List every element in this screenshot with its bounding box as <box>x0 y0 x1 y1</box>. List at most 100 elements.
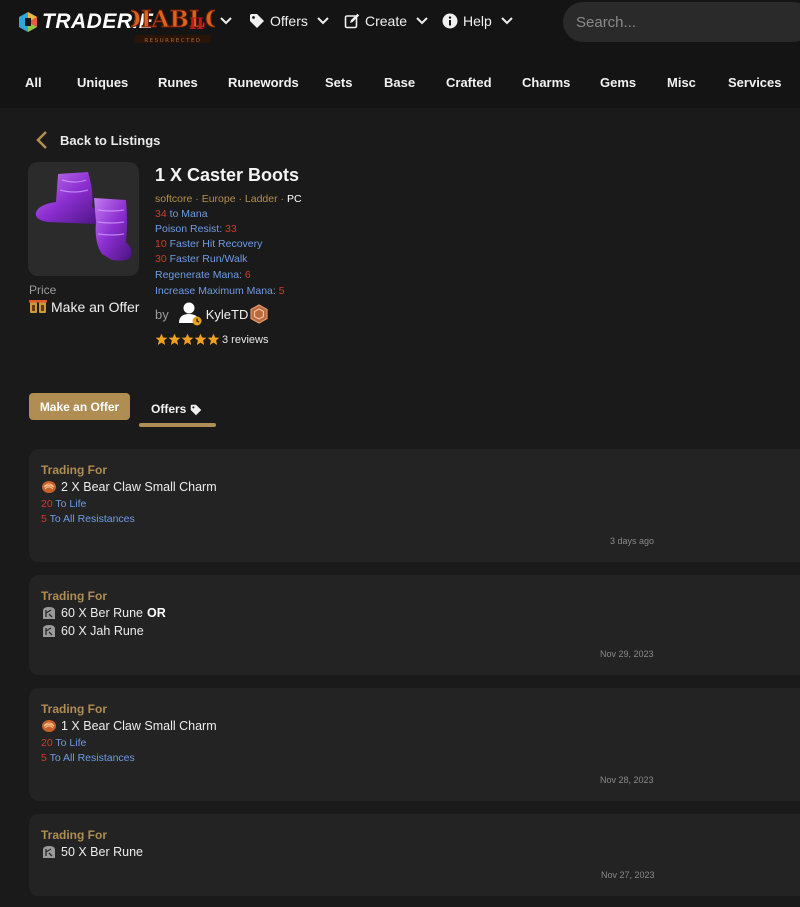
by-label: by <box>155 306 169 322</box>
category-runes[interactable]: Runes <box>158 75 198 90</box>
offer-date: 3 days ago <box>610 536 655 546</box>
item-stat: Poison Resist: 33 <box>155 223 237 235</box>
category-runewords[interactable]: Runewords <box>228 75 299 90</box>
nav-offers[interactable]: Offers <box>249 12 330 30</box>
tab-offers[interactable]: Offers <box>139 398 216 428</box>
item-stat: 30 Faster Run/Walk <box>155 253 247 265</box>
category-crafted[interactable]: Crafted <box>446 75 492 90</box>
meta-ladder: Ladder <box>244 193 278 205</box>
offer-stat: 20 To Life <box>41 498 86 510</box>
price-value-text: Make an Offer <box>51 299 140 315</box>
svg-text:II: II <box>189 14 204 33</box>
stat-value: 5 <box>278 285 285 297</box>
offer-item-text: 60 X Ber Rune <box>61 606 143 620</box>
rating-stars <box>155 333 220 346</box>
category-all[interactable]: All <box>25 75 42 90</box>
stat-label: Faster Hit Recovery <box>166 238 263 250</box>
stat-value: 33 <box>225 223 237 235</box>
tag-icon <box>190 404 202 416</box>
tag-icon <box>250 14 264 28</box>
seller-row: by KyleTD <box>155 301 269 327</box>
offer-item-text: 2 X Bear Claw Small Charm <box>61 480 217 494</box>
item-stat: 34 to Mana <box>155 208 208 220</box>
nav-help-label: Help <box>463 13 492 29</box>
offer-date: Nov 29, 2023 <box>600 649 654 659</box>
star-icon <box>207 333 220 345</box>
meta-region: Europe <box>201 193 236 205</box>
nav-help[interactable]: Help <box>442 12 514 30</box>
chevron-down-icon[interactable] <box>219 14 233 28</box>
rune-icon <box>43 607 55 619</box>
trading-for-label: Trading For <box>41 702 107 716</box>
star-icon <box>194 333 207 345</box>
nav-create[interactable]: Create <box>344 12 429 30</box>
back-label: Back to Listings <box>60 132 161 148</box>
stat-label: To All Resistances <box>46 513 135 525</box>
chevron-down-icon <box>317 17 329 25</box>
category-uniques[interactable]: Uniques <box>77 75 128 90</box>
offer-item: 1 X Bear Claw Small Charm <box>41 719 217 733</box>
offer-scale-icon <box>29 300 47 313</box>
offer-item-text: 60 X Jah Rune <box>61 624 144 638</box>
offer-item: 2 X Bear Claw Small Charm <box>41 480 217 494</box>
rune-icon <box>43 846 55 858</box>
category-gems[interactable]: Gems <box>600 75 636 90</box>
info-icon <box>442 13 458 29</box>
offer-card[interactable]: Trading For 50 X Ber Rune Nov 27, 2023 <box>29 814 800 896</box>
stat-label: Poison Resist: <box>155 223 226 235</box>
star-icon <box>168 333 181 345</box>
seller-badge-icon <box>250 304 268 324</box>
trading-for-label: Trading For <box>41 463 107 477</box>
item-title: 1 X Caster Boots <box>155 165 300 185</box>
traderie-logo-icon <box>19 12 37 32</box>
category-base[interactable]: Base <box>384 75 415 90</box>
item-stat: Increase Maximum Mana: 5 <box>155 285 285 297</box>
trading-for-label: Trading For <box>41 828 107 842</box>
offer-item: 60 X Ber Rune OR <box>41 606 166 620</box>
rune-icon <box>43 625 55 637</box>
offer-card[interactable]: Trading For 60 X Ber Rune OR 60 X Jah Ru… <box>29 575 800 675</box>
back-to-listings-link[interactable]: Back to Listings <box>34 130 160 150</box>
make-offer-button[interactable]: Make an Offer <box>29 393 130 420</box>
chevron-down-icon <box>501 17 513 25</box>
charm-icon <box>42 481 56 493</box>
offer-date: Nov 28, 2023 <box>600 775 654 785</box>
stat-value: 6 <box>244 269 251 281</box>
stat-value: 34 <box>155 208 167 220</box>
offer-card[interactable]: Trading For 1 X Bear Claw Small Charm 20… <box>29 688 800 801</box>
stat-value: 20 <box>41 737 53 749</box>
category-services[interactable]: Services <box>728 75 782 90</box>
meta-mode: softcore <box>155 193 193 205</box>
offer-stat: 5 To All Resistances <box>41 513 135 525</box>
nav-create-label: Create <box>365 13 408 29</box>
search-input[interactable] <box>563 2 800 42</box>
svg-text:RESURRECTED: RESURRECTED <box>144 38 201 44</box>
top-bar: TRADERIE DIABLO II RESURRECTED Offers Cr… <box>0 0 800 44</box>
offer-item-text: 1 X Bear Claw Small Charm <box>61 719 217 733</box>
seller-rating[interactable]: 3 reviews <box>155 333 268 346</box>
diablo-game-logo[interactable]: DIABLO II RESURRECTED <box>131 2 215 46</box>
reviews-count[interactable]: 3 reviews <box>222 334 268 346</box>
meta-separator: · <box>192 193 202 205</box>
star-icon <box>155 333 168 345</box>
stat-value: 20 <box>41 498 53 510</box>
edit-icon <box>344 13 360 29</box>
category-bar: All Uniques Runes Runewords Sets Base Cr… <box>0 60 800 108</box>
item-image <box>28 162 139 276</box>
seller-name[interactable]: KyleTD <box>206 307 249 322</box>
offer-stat: 20 To Life <box>41 737 86 749</box>
category-charms[interactable]: Charms <box>522 75 570 90</box>
user-avatar-icon[interactable] <box>178 301 204 327</box>
stat-label: Increase Maximum Mana: <box>155 285 279 297</box>
charm-icon <box>42 720 56 732</box>
stat-label: To Life <box>52 498 87 510</box>
offer-card[interactable]: Trading For 2 X Bear Claw Small Charm 20… <box>29 449 800 562</box>
offer-date: Nov 27, 2023 <box>601 870 655 880</box>
item-stat: Regenerate Mana: 6 <box>155 269 251 281</box>
trading-for-label: Trading For <box>41 589 107 603</box>
category-sets[interactable]: Sets <box>325 75 352 90</box>
category-misc[interactable]: Misc <box>667 75 696 90</box>
offer-item: 50 X Ber Rune <box>41 845 143 859</box>
tab-offers-label: Offers <box>151 402 187 416</box>
stat-label: To All Resistances <box>46 752 135 764</box>
